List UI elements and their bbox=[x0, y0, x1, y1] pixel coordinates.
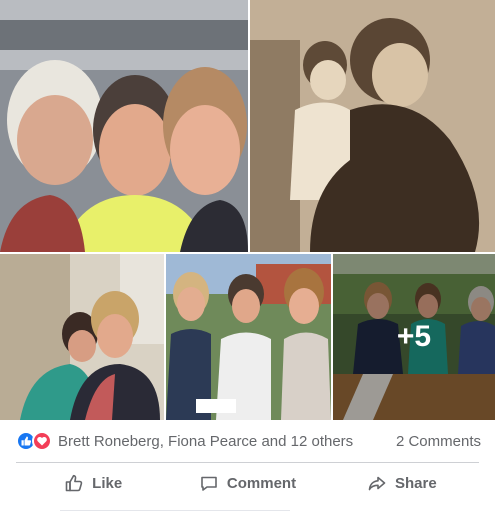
more-photos-count: +5 bbox=[396, 320, 432, 353]
reaction-icons[interactable] bbox=[16, 431, 52, 451]
share-button[interactable]: Share bbox=[325, 465, 479, 501]
comment-label: Comment bbox=[226, 474, 297, 492]
more-photos-overlay[interactable]: +5 bbox=[333, 254, 495, 420]
comment-icon bbox=[201, 476, 217, 491]
post-photo-1[interactable] bbox=[0, 0, 248, 252]
comments-count[interactable]: 2 Comments bbox=[396, 433, 481, 450]
share-icon bbox=[368, 476, 386, 491]
like-button[interactable]: Like bbox=[16, 465, 170, 501]
thumbs-up-icon bbox=[65, 474, 83, 492]
reaction-names[interactable]: Brett Roneberg, Fiona Pearce and 12 othe… bbox=[58, 433, 396, 450]
reactions-summary: Brett Roneberg, Fiona Pearce and 12 othe… bbox=[0, 420, 495, 462]
post-actions: Like Comment Share bbox=[16, 463, 479, 503]
post-photo-4[interactable] bbox=[166, 254, 331, 420]
post-photo-5[interactable]: +5 bbox=[333, 254, 495, 420]
love-reaction-icon bbox=[32, 431, 52, 451]
like-label: Like bbox=[92, 474, 123, 492]
share-label: Share bbox=[394, 474, 437, 492]
comment-button[interactable]: Comment bbox=[170, 465, 324, 501]
post-photo-3[interactable] bbox=[0, 254, 164, 420]
comment-divider bbox=[60, 510, 290, 511]
post-photo-2[interactable] bbox=[250, 0, 495, 252]
